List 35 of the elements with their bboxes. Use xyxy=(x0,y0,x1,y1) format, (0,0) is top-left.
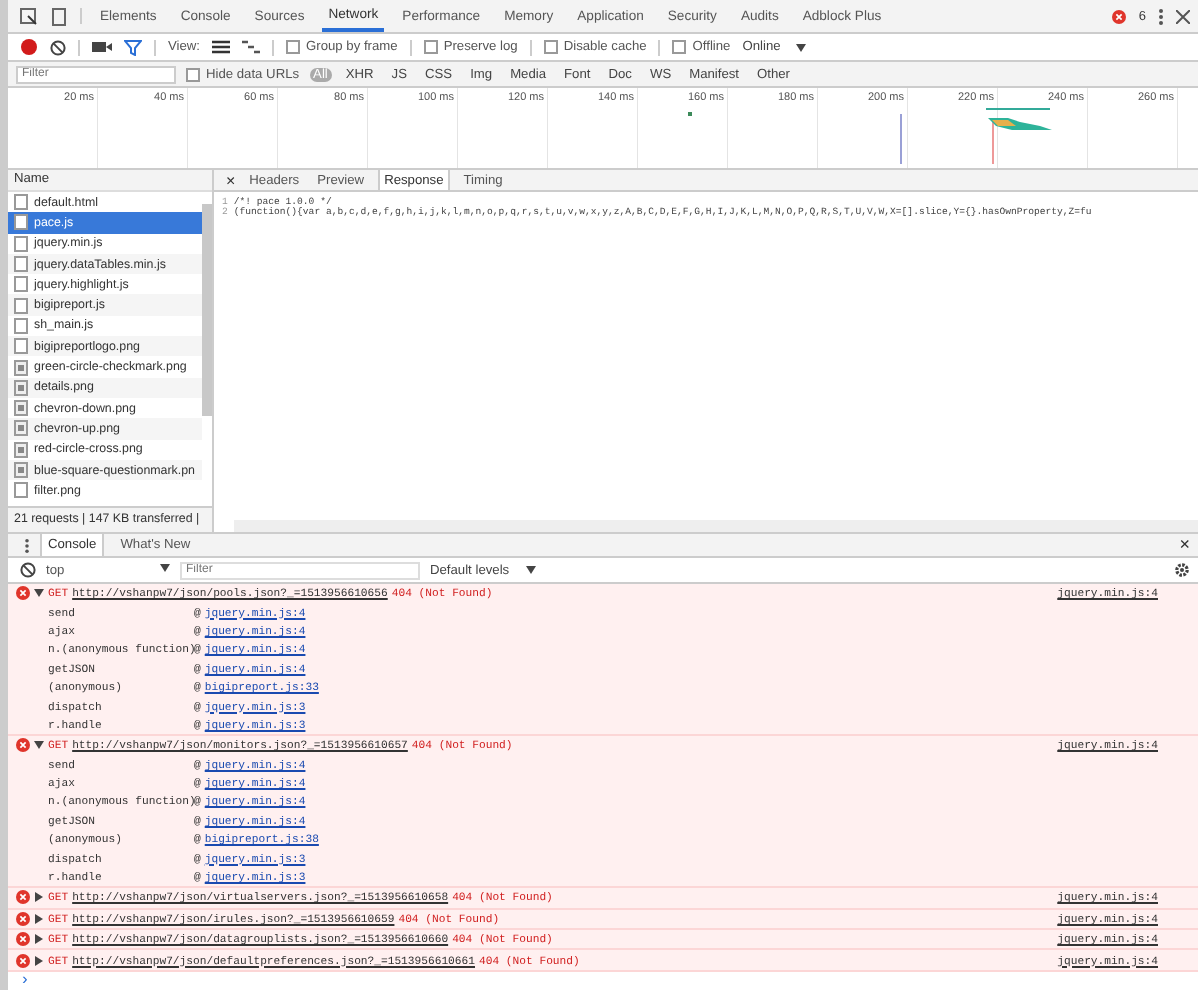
list-view-icon[interactable] xyxy=(212,40,231,54)
error-icon xyxy=(16,932,30,947)
clear-icon[interactable] xyxy=(50,39,66,55)
waterfall-icon[interactable] xyxy=(242,40,261,54)
camera-icon[interactable] xyxy=(92,40,112,54)
more-icon[interactable] xyxy=(1158,7,1164,25)
error-icon xyxy=(16,953,30,968)
error-icon xyxy=(16,586,30,601)
horizontal-scrollbar[interactable] xyxy=(234,520,1198,532)
device-icon[interactable] xyxy=(50,7,68,25)
more-icon[interactable] xyxy=(24,537,30,553)
close-button[interactable]: × xyxy=(226,171,236,189)
filter-icon[interactable] xyxy=(124,39,142,55)
collapsed-triangle-icon[interactable] xyxy=(34,955,44,966)
error-icon xyxy=(16,890,30,905)
collapsed-triangle-icon[interactable] xyxy=(34,934,44,945)
clear-icon[interactable] xyxy=(20,562,36,578)
record-icon[interactable] xyxy=(20,38,38,56)
inspect-icon[interactable] xyxy=(20,7,38,25)
file-icon xyxy=(14,482,28,499)
close-button[interactable]: × xyxy=(1179,536,1190,554)
scrollbar[interactable] xyxy=(202,204,212,416)
close-icon[interactable] xyxy=(1176,9,1190,23)
console-prompt[interactable]: › xyxy=(20,971,30,990)
caret-icon xyxy=(525,566,536,574)
error-icon xyxy=(16,911,30,926)
settings-icon[interactable] xyxy=(1174,562,1190,578)
collapsed-triangle-icon[interactable] xyxy=(34,892,44,903)
expanded-triangle-icon[interactable] xyxy=(34,588,44,599)
error-icon xyxy=(16,738,30,753)
error-icon xyxy=(1112,9,1127,23)
caret-icon xyxy=(796,43,807,51)
expanded-triangle-icon[interactable] xyxy=(34,740,44,751)
caret-icon xyxy=(160,563,170,571)
collapsed-triangle-icon[interactable] xyxy=(34,913,44,924)
